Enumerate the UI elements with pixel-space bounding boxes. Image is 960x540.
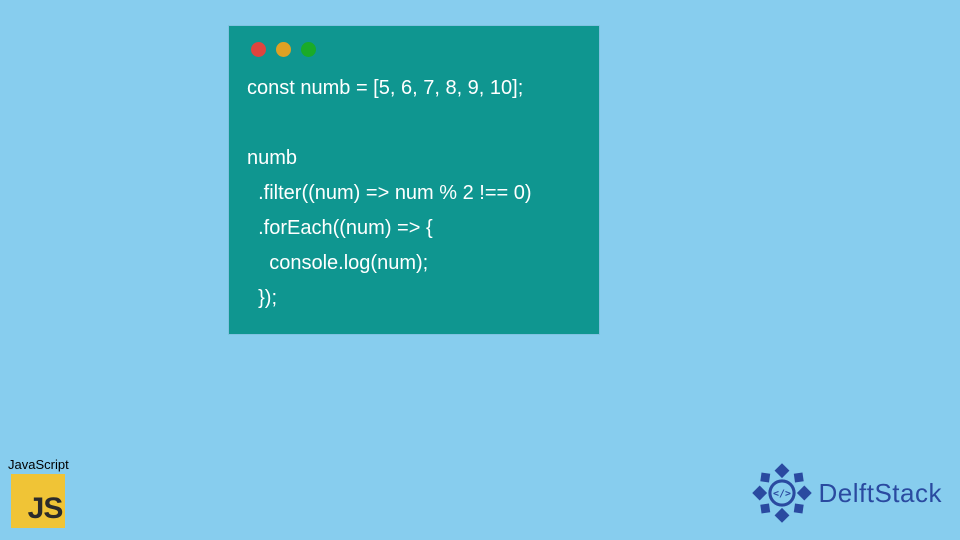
code-window: const numb = [5, 6, 7, 8, 9, 10]; numb .… bbox=[229, 26, 599, 334]
brand-name: DelftStack bbox=[819, 478, 943, 509]
javascript-logo-icon: JS bbox=[11, 474, 65, 528]
javascript-badge: JavaScript JS bbox=[8, 457, 69, 528]
minimize-icon bbox=[276, 42, 291, 57]
maximize-icon bbox=[301, 42, 316, 57]
brand: </> DelftStack bbox=[751, 462, 943, 524]
window-controls bbox=[247, 42, 581, 57]
close-icon bbox=[251, 42, 266, 57]
javascript-label: JavaScript bbox=[8, 457, 69, 472]
brand-logo-icon: </> bbox=[751, 462, 813, 524]
javascript-logo-text: JS bbox=[28, 492, 63, 526]
code-block: const numb = [5, 6, 7, 8, 9, 10]; numb .… bbox=[247, 71, 581, 316]
svg-text:</>: </> bbox=[773, 489, 791, 500]
